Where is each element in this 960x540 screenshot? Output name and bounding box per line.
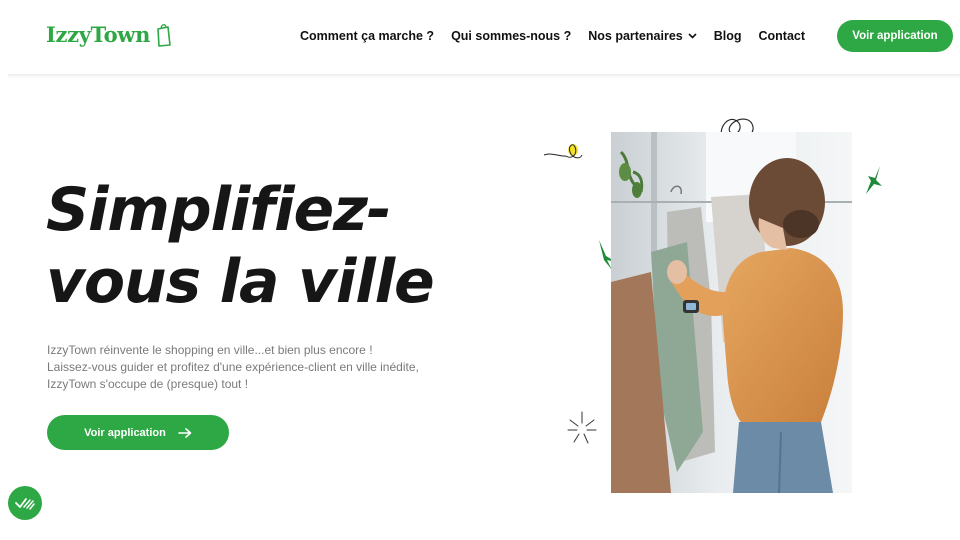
woman-shopping-illustration: [611, 132, 852, 493]
shopping-bag-icon: [157, 24, 171, 47]
hero-title-line-2: vous la ville: [46, 247, 435, 317]
nav-item-comment-ca-marche[interactable]: Comment ça marche ?: [300, 29, 434, 43]
accessibility-badge[interactable]: [8, 486, 42, 520]
hero-title: Simplifiez- vous la ville: [46, 174, 435, 318]
logo[interactable]: IzzyTown: [46, 20, 172, 48]
green-sparkle-right-icon: [866, 166, 882, 194]
burst-doodle: [567, 411, 597, 444]
yellow-swirl-doodle: [543, 144, 583, 159]
logo-text: IzzyTown: [46, 21, 151, 47]
arrow-right-icon: [178, 427, 192, 438]
accessibility-check-icon: [15, 498, 35, 510]
site-header: IzzyTown Comment ça marche ? Qui sommes-…: [0, 0, 960, 74]
hero-app-button[interactable]: Voir application: [47, 415, 229, 450]
hero-photo: [611, 132, 852, 493]
nav-item-blog[interactable]: Blog: [714, 29, 742, 43]
header-divider: [8, 74, 960, 78]
nav-item-nos-partenaires[interactable]: Nos partenaires: [588, 29, 697, 43]
nav-item-qui-sommes-nous[interactable]: Qui sommes-nous ?: [451, 29, 571, 43]
hero-title-line-1: Simplifiez-: [46, 175, 392, 245]
header-app-button[interactable]: Voir application: [837, 20, 953, 52]
chevron-down-icon: [688, 33, 697, 39]
main-nav: Comment ça marche ? Qui sommes-nous ? No…: [300, 27, 822, 45]
hero-description: IzzyTown réinvente le shopping en ville.…: [47, 343, 419, 391]
nav-item-contact[interactable]: Contact: [759, 29, 806, 43]
